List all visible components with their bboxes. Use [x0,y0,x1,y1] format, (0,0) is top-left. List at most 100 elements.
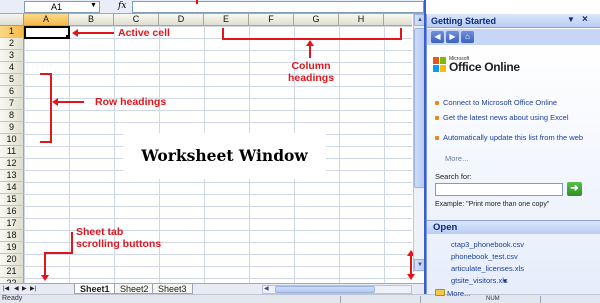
sheet-tab-bar: |◀ ◀ ▶ ▶| Sheet1 Sheet2 Sheet3 ◀ [0,283,426,294]
task-pane-title: Getting Started [431,16,497,26]
status-text: Ready [2,295,23,302]
status-divider [540,296,541,303]
insert-function-icon[interactable]: fx [118,1,126,11]
status-bar: Ready NUM [0,294,600,303]
row-header[interactable]: 1 [0,26,24,38]
search-input[interactable] [435,183,563,196]
annotation-line [410,255,412,275]
first-sheet-icon[interactable]: |◀ [3,285,9,292]
recent-file-item[interactable]: ctap3_phonebook.csv [451,240,524,249]
open-more-link[interactable]: More... [447,289,470,298]
active-cell[interactable] [24,26,70,39]
annotation-line [50,73,52,143]
row-header[interactable]: 13 [0,170,24,182]
chevron-down-icon[interactable]: ▼ [567,15,575,24]
row-header[interactable]: 12 [0,158,24,170]
annotation-line [309,46,311,58]
row-header[interactable]: 15 [0,194,24,206]
recent-file-item[interactable]: gtsite_visitors.xls [451,276,508,285]
link-connect-office-online[interactable]: Connect to Microsoft Office Online [443,98,593,107]
chevron-down-icon[interactable]: ▼ [502,279,508,285]
close-icon[interactable]: × [582,14,588,25]
annotation-column-headings: Column headings [284,60,338,84]
worksheet-window-label: Worksheet Window [141,146,308,165]
horizontal-scroll-thumb[interactable] [275,286,375,293]
annotation-line [78,32,114,34]
row-header[interactable]: 11 [0,146,24,158]
recent-file-item[interactable]: phonebook_test.csv [451,252,518,261]
task-pane-header: Getting Started ▼ × [427,14,600,28]
row-header[interactable]: 8 [0,110,24,122]
row-header[interactable]: 10 [0,134,24,146]
back-icon[interactable]: ◀ [431,31,444,43]
row-header[interactable]: 20 [0,254,24,266]
annotation-line [40,141,52,143]
last-sheet-icon[interactable]: ▶| [30,285,36,292]
more-link[interactable]: More... [445,154,468,163]
annotation-arrow [72,29,78,37]
annotation-active-cell: Active cell [118,27,170,39]
column-header[interactable]: C [114,14,159,26]
column-header[interactable]: D [159,14,204,26]
forward-icon[interactable]: ▶ [446,31,459,43]
row-header[interactable]: 16 [0,206,24,218]
row-header[interactable]: 14 [0,182,24,194]
folder-icon [435,289,445,296]
task-pane: Getting Started ▼ × ◀ ▶ ⌂ Microsoft Offi… [426,14,600,298]
annotation-text: Sheet tab [76,226,124,238]
fill-handle[interactable] [66,35,70,39]
tab-sheet1[interactable]: Sheet1 [74,284,116,294]
row-header[interactable]: 18 [0,230,24,242]
link-auto-update[interactable]: Automatically update this list from the … [443,133,593,142]
recent-file-item[interactable]: articulate_licenses.xls [451,264,524,273]
search-go-button[interactable]: ➜ [567,182,582,196]
name-box-dropdown-icon[interactable]: ▼ [90,2,97,9]
office-logo-icon [433,57,446,72]
tab-sheet3[interactable]: Sheet3 [152,284,193,294]
num-lock-indicator: NUM [486,296,500,302]
row-header[interactable]: 21 [0,266,24,278]
column-header[interactable]: B [69,14,114,26]
status-divider [340,296,341,303]
office-online-logo[interactable]: Microsoft Office Online [433,55,543,79]
open-section-title: Open [433,222,458,233]
column-header[interactable]: A [24,14,69,26]
row-header[interactable]: 5 [0,74,24,86]
annotation-text: scrolling buttons [76,238,162,250]
row-header[interactable]: 7 [0,98,24,110]
row-header[interactable]: 19 [0,242,24,254]
row-header[interactable]: 9 [0,122,24,134]
worksheet-window-label-box: Worksheet Window [123,133,326,179]
row-header[interactable]: 17 [0,218,24,230]
row-header[interactable]: 4 [0,62,24,74]
formula-input[interactable] [132,1,424,13]
annotation-mark [196,0,198,4]
annotation-line [44,252,46,276]
next-sheet-icon[interactable]: ▶ [22,285,27,292]
scroll-left-icon[interactable]: ◀ [264,285,269,292]
prev-sheet-icon[interactable]: ◀ [14,285,19,292]
link-latest-news[interactable]: Get the latest news about using Excel [443,113,593,122]
bullet-icon [435,136,439,140]
row-header[interactable]: 6 [0,86,24,98]
bullet-icon [435,116,439,120]
annotation-arrow [52,98,58,106]
annotation-arrow [41,275,49,281]
row-header[interactable]: 2 [0,38,24,50]
annotation-text: headings [287,72,335,84]
office-logo-text: Office Online [449,60,520,74]
select-all-corner[interactable] [0,14,24,26]
column-header[interactable] [384,14,412,26]
home-icon[interactable]: ⌂ [461,31,474,43]
row-header[interactable]: 3 [0,50,24,62]
column-header[interactable]: G [294,14,339,26]
status-divider [420,296,421,303]
column-header[interactable]: H [339,14,384,26]
tab-sheet2[interactable]: Sheet2 [114,284,155,294]
bullet-icon [435,101,439,105]
horizontal-scrollbar[interactable]: ◀ [262,285,412,294]
annotation-line [71,232,73,252]
column-header[interactable]: E [204,14,249,26]
name-box[interactable]: A1 [24,1,100,13]
column-header[interactable]: F [249,14,294,26]
